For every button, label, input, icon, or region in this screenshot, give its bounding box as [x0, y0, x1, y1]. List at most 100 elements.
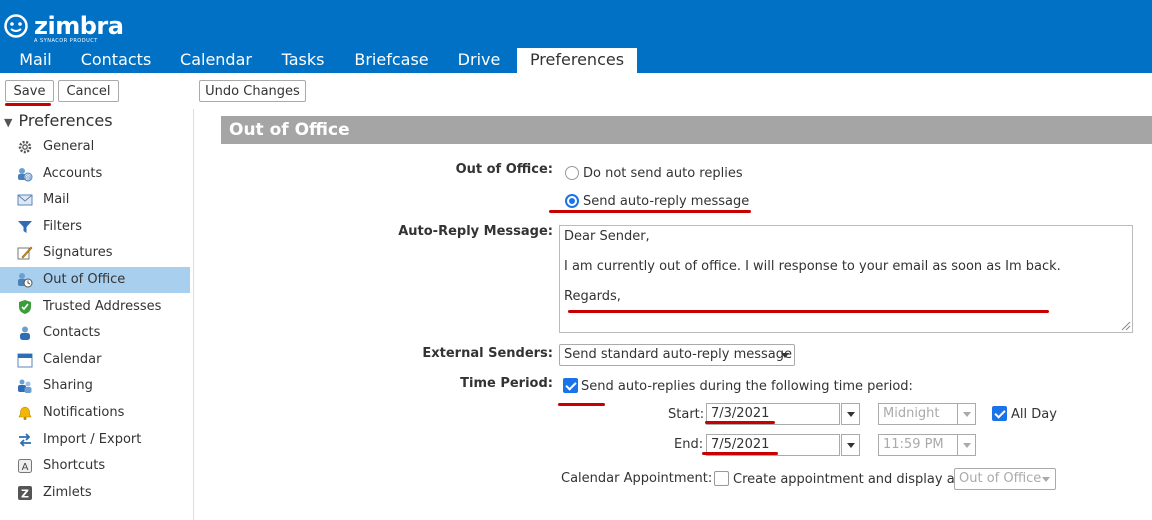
sidebar-item-shortcuts[interactable]: A Shortcuts: [0, 453, 190, 479]
sidebar-item-notifications[interactable]: Notifications: [0, 400, 190, 426]
zimbra-logo-icon: [4, 14, 28, 38]
auto-reply-message-label: Auto-Reply Message:: [398, 224, 553, 239]
sidebar-item-calendar[interactable]: Calendar: [0, 347, 190, 373]
bell-icon: [18, 406, 32, 420]
sidebar-item-contacts[interactable]: Contacts: [0, 320, 190, 346]
chevron-down-icon: [847, 412, 855, 417]
shield-icon: [19, 300, 31, 314]
chevron-down-icon: [963, 412, 971, 417]
message-line: Dear Sender,: [564, 229, 650, 244]
calendar-appointment-label: Calendar Appointment:: [561, 471, 713, 486]
sidebar-item-label: Mail: [43, 192, 70, 207]
sidebar-item-label: Trusted Addresses: [43, 299, 162, 314]
sidebar-item-signatures[interactable]: Signatures: [0, 240, 190, 266]
sharing-icon: [18, 379, 32, 393]
preferences-sidebar: ▼ Preferences General @ Accounts Mail Fil…: [0, 109, 194, 520]
tab-preferences[interactable]: Preferences: [517, 48, 637, 73]
sidebar-item-label: Contacts: [43, 325, 101, 340]
annotation-underline: [568, 310, 1049, 313]
save-button[interactable]: Save: [5, 80, 54, 102]
sidebar-item-filters[interactable]: Filters: [0, 214, 190, 240]
sidebar-item-trusted-addresses[interactable]: Trusted Addresses: [0, 294, 190, 320]
tab-calendar[interactable]: Calendar: [170, 48, 262, 73]
tab-briefcase[interactable]: Briefcase: [343, 48, 440, 73]
send-auto-reply-label[interactable]: Send auto-reply message: [583, 194, 749, 209]
sidebar-item-sharing[interactable]: Sharing: [0, 373, 190, 399]
resize-handle-icon[interactable]: [1121, 321, 1131, 331]
all-day-checkbox[interactable]: [992, 406, 1007, 421]
start-label: Start:: [668, 407, 705, 422]
message-line: Regards,: [564, 289, 621, 304]
time-period-label: Time Period:: [460, 376, 553, 391]
annotation-underline: [5, 103, 51, 106]
time-period-checkbox[interactable]: [563, 378, 578, 393]
tab-contacts[interactable]: Contacts: [70, 48, 162, 73]
cancel-button[interactable]: Cancel: [58, 80, 119, 102]
no-auto-reply-radio[interactable]: [565, 166, 579, 180]
annotation-underline: [549, 210, 751, 213]
message-line: I am currently out of office. I will res…: [564, 259, 1061, 274]
sidebar-item-label: General: [43, 139, 95, 154]
sidebar-item-label: Zimlets: [43, 485, 92, 500]
filter-icon: [18, 221, 32, 233]
sidebar-item-zimlets[interactable]: Z Zimlets: [0, 480, 190, 506]
signature-icon: [17, 246, 33, 260]
out-of-office-label: Out of Office:: [455, 162, 553, 177]
sidebar-item-import-export[interactable]: Import / Export: [0, 427, 190, 453]
sidebar-item-label: Shortcuts: [43, 458, 106, 473]
sidebar-item-label: Out of Office: [43, 272, 126, 287]
end-time-dropdown: [957, 434, 976, 456]
chevron-down-icon: [781, 353, 789, 358]
chevron-down-icon: [847, 443, 855, 448]
gear-icon: [18, 140, 32, 154]
annotation-underline: [558, 403, 605, 406]
tab-tasks[interactable]: Tasks: [270, 48, 336, 73]
toolbar: Save Cancel Undo Changes: [0, 73, 1152, 109]
sidebar-heading[interactable]: ▼ Preferences: [4, 111, 113, 130]
annotation-underline: [705, 421, 775, 424]
zimlets-icon: Z: [18, 486, 32, 501]
sidebar-item-out-of-office[interactable]: Out of Office: [0, 267, 190, 293]
sidebar-item-general[interactable]: General: [0, 134, 190, 160]
external-senders-value: Send standard auto-reply message: [564, 347, 793, 362]
out-of-office-icon: [18, 273, 33, 288]
brand-tagline: A SYNACOR PRODUCT: [34, 38, 98, 44]
collapse-triangle-icon[interactable]: ▼: [4, 116, 12, 129]
start-time-input: Midnight: [878, 403, 958, 425]
calendar-icon: [17, 353, 33, 368]
undo-changes-button[interactable]: Undo Changes: [199, 80, 306, 102]
annotation-underline: [702, 452, 778, 455]
section-title: Out of Office: [221, 116, 1152, 144]
svg-text:A: A: [22, 462, 29, 473]
sidebar-item-mail[interactable]: Mail: [0, 187, 190, 213]
all-day-label[interactable]: All Day: [1011, 407, 1057, 422]
create-appointment-checkbox[interactable]: [714, 471, 729, 486]
time-period-checkbox-label[interactable]: Send auto-replies during the following t…: [581, 379, 913, 394]
end-time-input: 11:59 PM: [878, 434, 958, 456]
chevron-down-icon: [1042, 477, 1050, 482]
create-appointment-label[interactable]: Create appointment and display as:: [733, 472, 966, 487]
sidebar-item-label: Sharing: [43, 378, 93, 393]
tab-mail[interactable]: Mail: [8, 48, 63, 73]
chevron-down-icon: [963, 443, 971, 448]
contacts-icon: [20, 326, 30, 340]
send-auto-reply-radio[interactable]: [565, 194, 579, 208]
sidebar-item-label: Accounts: [43, 166, 103, 181]
external-senders-select[interactable]: Send standard auto-reply message: [559, 344, 795, 366]
tab-drive[interactable]: Drive: [446, 48, 512, 73]
import-export-icon: [19, 433, 31, 447]
appointment-status-value: Out of Office: [959, 471, 1042, 486]
sidebar-item-label: Signatures: [43, 245, 113, 260]
start-date-picker-button[interactable]: [841, 403, 860, 425]
app-header: zimbra A SYNACOR PRODUCT Mail Contacts C…: [0, 0, 1152, 73]
start-time-dropdown: [957, 403, 976, 425]
out-of-office-panel: Out of Office Out of Office: Do not send…: [221, 116, 1152, 520]
end-date-picker-button[interactable]: [841, 434, 860, 456]
sidebar-item-label: Notifications: [43, 405, 125, 420]
auto-reply-message-textarea[interactable]: Dear Sender, I am currently out of offic…: [559, 225, 1133, 333]
sidebar-heading-label: Preferences: [18, 111, 113, 130]
sidebar-item-accounts[interactable]: @ Accounts: [0, 161, 190, 187]
no-auto-reply-label[interactable]: Do not send auto replies: [583, 166, 743, 181]
appointment-status-select: Out of Office: [954, 468, 1056, 490]
svg-text:@: @: [25, 174, 32, 182]
